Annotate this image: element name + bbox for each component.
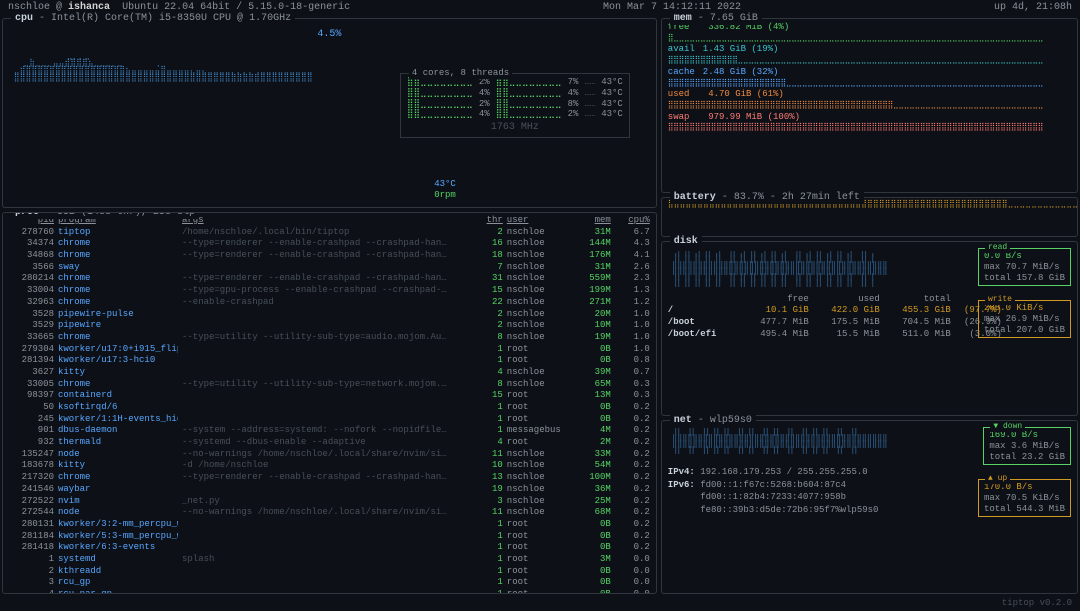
process-row[interactable]: 1systemdsplash1root3M0.0	[9, 554, 650, 566]
mem-used: used 4.70 GiB (61%)	[668, 88, 1071, 101]
process-row[interactable]: 281184kworker/5:3-mm_percpu_wq1root0B0.2	[9, 531, 650, 543]
net-panel: net - wlp59s0 ▼ down 169.0 B/s max 3.6 M…	[661, 420, 1078, 594]
core-row: ⣿⣿⣀⣀⣀⣀⣀⣀⣀⣀2%⣿⣿⣀⣀⣀⣀⣀⣀⣀⣀8%……43°C	[407, 99, 623, 110]
process-row[interactable]: 901dbus-daemon--system --address=systemd…	[9, 425, 650, 437]
ipv4: IPv4: 192.168.179.253 / 255.255.255.0	[668, 465, 1071, 478]
process-row[interactable]: 279304kworker/u17:0+i915_flip1root0B1.0	[9, 344, 650, 356]
process-row[interactable]: 3529pipewire2nschloe10M1.0	[9, 320, 650, 332]
process-row[interactable]: 34868chrome--type=renderer --enable-cras…	[9, 250, 650, 262]
proc-panel: proc - 352 (1488 thr), 258 slp pid progr…	[2, 212, 657, 594]
process-row[interactable]: 3627kitty4nschloe39M0.7	[9, 367, 650, 379]
process-row[interactable]: 2kthreadd1root0B0.0	[9, 566, 650, 578]
process-row[interactable]: 272522nvim_net.py3nschloe25M0.2	[9, 496, 650, 508]
header-uptime: up 4d, 21:08h	[994, 2, 1072, 14]
process-row[interactable]: 932thermald--systemd --dbus-enable --ada…	[9, 437, 650, 449]
process-row[interactable]: 3528pipewire-pulse2nschloe20M1.0	[9, 309, 650, 321]
process-row[interactable]: 4rcu_par_gp1root0B0.0	[9, 589, 650, 594]
process-row[interactable]: 3rcu_gp1root0B0.0	[9, 577, 650, 589]
process-row[interactable]: 280214chrome--type=renderer --enable-cra…	[9, 273, 650, 285]
battery-panel: battery - 83.7% - 2h 27min left ⣿⣿⣿⣿⣿⣿⣿⣿…	[661, 197, 1078, 237]
process-row[interactable]: 280131kworker/3:2-mm_percpu_wq1root0B0.2	[9, 519, 650, 531]
cpu-stats: 43°C 0rpm	[434, 175, 456, 201]
process-row[interactable]: 217320chrome--type=renderer --enable-cra…	[9, 472, 650, 484]
proc-title: proc - 352 (1488 thr), 258 slp	[11, 212, 199, 219]
process-row[interactable]: 3566sway7nschloe31M2.6	[9, 262, 650, 274]
process-row[interactable]: 32963chrome--enable-crashpad22nschloe271…	[9, 297, 650, 309]
process-row[interactable]: 33005chrome--type=utility --utility-sub-…	[9, 379, 650, 391]
mem-avail: avail1.43 GiB (19%)	[668, 43, 1071, 56]
net-down-box: ▼ down 169.0 B/s max 3.6 MiB/s total 23.…	[983, 427, 1071, 465]
process-row[interactable]: 241546waybar19nschloe36M0.2	[9, 484, 650, 496]
process-row[interactable]: 272544node--no-warnings /home/nschloe/.l…	[9, 507, 650, 519]
process-row[interactable]: 135247node--no-warnings /home/nschloe/.l…	[9, 449, 650, 461]
mem-panel: mem - 7.65 GiB free 336.82 MiB (4%) ⣿⣀⣀⣀…	[661, 18, 1078, 193]
cpu-title: cpu - Intel(R) Core(TM) i5-8350U CPU @ 1…	[11, 13, 295, 25]
process-row[interactable]: 281418kworker/6:3-events1root0B0.2	[9, 542, 650, 554]
mem-title: mem - 7.65 GiB	[670, 13, 762, 25]
battery-title: battery - 83.7% - 2h 27min left	[670, 192, 864, 204]
footer-version: tiptop v0.2.0	[0, 596, 1080, 611]
core-row: ⣿⣿⣀⣀⣀⣀⣀⣀⣀⣀4%⣿⣿⣀⣀⣀⣀⣀⣀⣀⣀2%……43°C	[407, 109, 623, 120]
process-row[interactable]: 33004chrome--type=gpu-process --enable-c…	[9, 285, 650, 297]
process-row[interactable]: 281394kworker/u17:3-hci01root0B0.8	[9, 355, 650, 367]
disk-panel: disk read 0.0 B/s max 70.7 MiB/s total 1…	[661, 241, 1078, 416]
core-row: ⣿⣿⣀⣀⣀⣀⣀⣀⣀⣀4%⣿⣿⣀⣀⣀⣀⣀⣀⣀⣀4%……43°C	[407, 88, 623, 99]
disk-read-box: read 0.0 B/s max 70.7 MiB/s total 157.8 …	[978, 248, 1071, 286]
cpu-panel: cpu - Intel(R) Core(TM) i5-8350U CPU @ 1…	[2, 18, 657, 208]
disk-write-box: write 288.0 KiB/s max 26.9 MiB/s total 2…	[978, 300, 1071, 338]
process-row[interactable]: 278760tiptop/home/nschloe/.local/bin/tip…	[9, 227, 650, 239]
process-row[interactable]: 33665chrome--type=utility --utility-sub-…	[9, 332, 650, 344]
process-row[interactable]: 245kworker/1:1H-events_hig…1root0B0.2	[9, 414, 650, 426]
process-row[interactable]: 98397containerd15root13M0.3	[9, 390, 650, 402]
process-row[interactable]: 34374chrome--type=renderer --enable-cras…	[9, 238, 650, 250]
disk-title: disk	[670, 236, 702, 248]
process-row[interactable]: 50ksoftirqd/61root0B0.2	[9, 402, 650, 414]
mem-cache: cache2.48 GiB (32%)	[668, 66, 1071, 79]
cores-box: 4 cores, 8 threads ⣿⣿⣀⣀⣀⣀⣀⣀⣀⣀2%⣿⣿⣀⣀⣀⣀⣀⣀⣀…	[400, 73, 630, 138]
mem-swap: swap 979.99 MiB (100%)	[668, 111, 1071, 124]
net-title: net - wlp59s0	[670, 415, 756, 427]
process-row[interactable]: 183678kitty-d /home/nschloe10nschloe54M0…	[9, 460, 650, 472]
net-up-box: ▲ up 170.0 B/s max 70.5 KiB/s total 544.…	[978, 479, 1071, 517]
